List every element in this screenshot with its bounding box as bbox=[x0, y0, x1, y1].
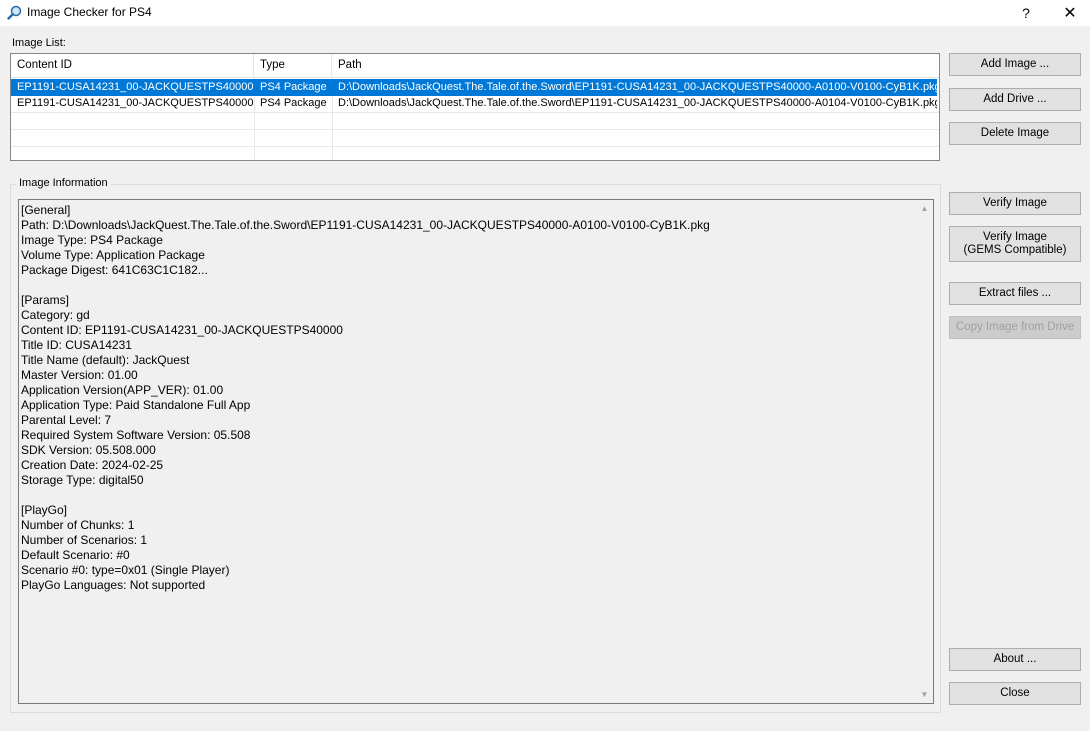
window-title: Image Checker for PS4 bbox=[27, 5, 152, 19]
scroll-down-icon[interactable]: ▼ bbox=[916, 686, 933, 703]
column-header-path[interactable]: Path bbox=[332, 54, 939, 77]
info-line bbox=[21, 488, 913, 503]
grid-line bbox=[11, 129, 939, 130]
table-row[interactable]: EP1191-CUSA14231_00-JACKQUESTPS40000 PS4… bbox=[11, 79, 937, 96]
verify-gems-label-line2: (GEMS Compatible) bbox=[963, 244, 1067, 256]
cell-path: D:\Downloads\JackQuest.The.Tale.of.the.S… bbox=[338, 97, 937, 109]
image-list-label: Image List: bbox=[12, 37, 66, 49]
close-icon: ✕ bbox=[1063, 5, 1077, 22]
magnifier-app-icon bbox=[7, 5, 23, 21]
info-line: Application Type: Paid Standalone Full A… bbox=[21, 398, 251, 412]
info-line: Path: D:\Downloads\JackQuest.The.Tale.of… bbox=[21, 218, 710, 232]
info-line: Number of Chunks: 1 bbox=[21, 518, 135, 532]
info-line bbox=[21, 278, 913, 293]
image-list-header: Content ID Type Path bbox=[11, 54, 939, 78]
verify-image-button[interactable]: Verify Image bbox=[949, 192, 1081, 215]
column-header-type[interactable]: Type bbox=[254, 54, 332, 77]
cell-type: PS4 Package bbox=[260, 97, 327, 109]
close-window-button[interactable]: ✕ bbox=[1050, 0, 1090, 26]
info-line: Package Digest: 641C63C1C182... bbox=[21, 263, 208, 277]
table-row[interactable]: EP1191-CUSA14231_00-JACKQUESTPS40000 PS4… bbox=[11, 95, 939, 112]
info-line: Number of Scenarios: 1 bbox=[21, 533, 148, 547]
cell-type: PS4 Package bbox=[254, 79, 332, 96]
info-line: Category: gd bbox=[21, 308, 90, 322]
about-button[interactable]: About ... bbox=[949, 648, 1081, 671]
cell-path: D:\Downloads\JackQuest.The.Tale.of.the.S… bbox=[332, 79, 937, 96]
image-info-text[interactable]: [General] Path: D:\Downloads\JackQuest.Th… bbox=[18, 199, 934, 704]
help-button[interactable]: ? bbox=[1006, 0, 1046, 26]
cell-content-id: EP1191-CUSA14231_00-JACKQUESTPS40000 bbox=[11, 79, 254, 96]
scroll-up-icon[interactable]: ▲ bbox=[916, 200, 933, 217]
info-line: Creation Date: 2024-02-25 bbox=[21, 458, 164, 472]
info-line: Title Name (default): JackQuest bbox=[21, 353, 190, 367]
title-bar: Image Checker for PS4 ? ✕ bbox=[0, 0, 1090, 26]
verify-gems-label-line1: Verify Image bbox=[983, 231, 1047, 243]
info-line: Image Type: PS4 Package bbox=[21, 233, 163, 247]
info-line: [General] bbox=[21, 203, 71, 217]
close-button[interactable]: Close bbox=[949, 682, 1081, 705]
info-line: SDK Version: 05.508.000 bbox=[21, 443, 156, 457]
info-line: Volume Type: Application Package bbox=[21, 248, 205, 262]
image-list[interactable]: Content ID Type Path EP1191-CUSA14231_00… bbox=[10, 53, 940, 161]
column-header-content-id[interactable]: Content ID bbox=[11, 54, 254, 77]
delete-image-button[interactable]: Delete Image bbox=[949, 122, 1081, 145]
cell-content-id: EP1191-CUSA14231_00-JACKQUESTPS40000 bbox=[17, 97, 254, 109]
info-line: Default Scenario: #0 bbox=[21, 548, 130, 562]
info-line: Storage Type: digital50 bbox=[21, 473, 144, 487]
info-line: Parental Level: 7 bbox=[21, 413, 112, 427]
copy-image-from-drive-button[interactable]: Copy Image from Drive bbox=[949, 316, 1081, 339]
info-line: Content ID: EP1191-CUSA14231_00-JACKQUES… bbox=[21, 323, 343, 337]
grid-line bbox=[11, 146, 939, 147]
verify-image-gems-button[interactable]: Verify Image (GEMS Compatible) bbox=[949, 226, 1081, 262]
info-line: Title ID: CUSA14231 bbox=[21, 338, 132, 352]
info-line: [Params] bbox=[21, 293, 70, 307]
info-line: [PlayGo] bbox=[21, 503, 68, 517]
info-line: Required System Software Version: 05.508 bbox=[21, 428, 251, 442]
info-line: PlayGo Languages: Not supported bbox=[21, 578, 206, 592]
image-info-lines: [General] Path: D:\Downloads\JackQuest.Th… bbox=[21, 203, 913, 593]
image-info-label: Image Information bbox=[16, 177, 111, 189]
info-line: Application Version(APP_VER): 01.00 bbox=[21, 383, 224, 397]
add-image-button[interactable]: Add Image ... bbox=[949, 53, 1081, 76]
info-line: Master Version: 01.00 bbox=[21, 368, 138, 382]
info-line: Scenario #0: type=0x01 (Single Player) bbox=[21, 563, 230, 577]
extract-files-button[interactable]: Extract files ... bbox=[949, 282, 1081, 305]
vertical-scrollbar[interactable]: ▲ ▼ bbox=[915, 200, 933, 703]
add-drive-button[interactable]: Add Drive ... bbox=[949, 88, 1081, 111]
grid-line bbox=[11, 112, 939, 113]
